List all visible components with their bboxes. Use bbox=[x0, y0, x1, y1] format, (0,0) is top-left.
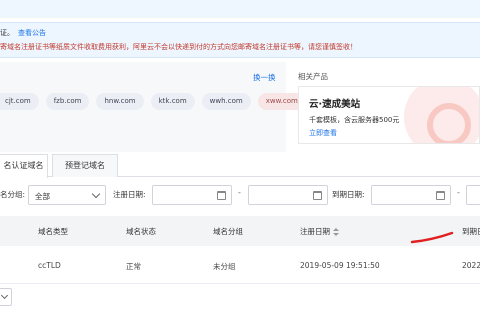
group-select-value: 全部 bbox=[35, 192, 50, 201]
cell-reg-date: 2019-05-09 19:51:50 bbox=[300, 261, 380, 270]
promo-description: 千套模板，含云服务器500元 bbox=[309, 116, 400, 124]
header-reg-date[interactable]: 注册日期 bbox=[300, 226, 339, 237]
suggestion-tags: cjt.com fzb.com hnw.com ktk.com wwh.com … bbox=[0, 93, 313, 110]
calendar-icon bbox=[313, 191, 322, 200]
tab-preregistered-domains[interactable]: 预登记域名 bbox=[52, 154, 118, 177]
header-expire-date: 到期日 bbox=[462, 227, 480, 236]
tab-verified-domains[interactable]: 名认证域名 bbox=[0, 154, 48, 178]
chevron-down-icon bbox=[91, 189, 101, 199]
header-reg-date-label: 注册日期 bbox=[300, 227, 330, 236]
notice-text: 证。 bbox=[0, 29, 14, 37]
expire-date-start-input[interactable] bbox=[371, 185, 451, 205]
reg-date-start-input[interactable] bbox=[152, 185, 232, 205]
chevron-down-icon bbox=[0, 291, 9, 300]
table-row[interactable]: ccTLD 正常 未分组 2019-05-09 19:51:50 2022( bbox=[0, 246, 480, 284]
header-domain-group: 域名分组 bbox=[213, 227, 243, 236]
expire-date-label: 到期日期: bbox=[332, 190, 365, 199]
related-products-label: 相关产品 bbox=[298, 72, 328, 81]
domain-suggestion-panel: 换一换 cjt.com fzb.com hnw.com ktk.com wwh.… bbox=[0, 62, 306, 152]
cell-domain-group: 未分组 bbox=[213, 262, 236, 271]
reg-date-end-input[interactable] bbox=[248, 185, 328, 205]
group-filter-label: 名分组: bbox=[0, 190, 26, 199]
notice-banner: 证。 查看公告 寄域名注册证书等纸质文件收取费用获利，阿里云不会以快递到付的方式向… bbox=[0, 22, 480, 58]
calendar-icon bbox=[217, 191, 226, 200]
suggestion-tag[interactable]: fzb.com bbox=[45, 93, 90, 110]
cell-expire-date: 2022( bbox=[462, 261, 480, 270]
notice-line-1: 证。 查看公告 bbox=[0, 28, 46, 38]
suggestion-tag[interactable]: hnw.com bbox=[96, 93, 144, 110]
promo-decoration-ring bbox=[427, 103, 471, 143]
table-header: 域名类型 域名状态 域名分组 注册日期 到期日 bbox=[0, 216, 480, 246]
view-announcement-link[interactable]: 查看公告 bbox=[18, 29, 46, 37]
suggestion-tag[interactable]: wwh.com bbox=[201, 93, 251, 110]
suggestion-tag[interactable]: ktk.com bbox=[150, 93, 195, 110]
notice-warning: 寄域名注册证书等纸质文件收取费用获利，阿里云不会以快递到付的方式向您邮寄域名注册… bbox=[0, 43, 357, 51]
promo-title: 云·速成美站 bbox=[309, 99, 361, 110]
header-domain-status: 域名状态 bbox=[126, 227, 156, 236]
refresh-suggestions-link[interactable]: 换一换 bbox=[253, 72, 276, 83]
suggestion-tag[interactable]: cjt.com bbox=[0, 93, 39, 110]
group-select[interactable]: 全部 bbox=[28, 185, 106, 205]
sort-icon[interactable] bbox=[333, 227, 339, 237]
reg-date-separator: - bbox=[238, 188, 241, 197]
promo-view-link[interactable]: 立即查看 bbox=[309, 128, 337, 138]
expire-date-separator: - bbox=[457, 188, 460, 197]
calendar-icon bbox=[436, 191, 445, 200]
reg-date-label: 注册日期: bbox=[113, 190, 146, 199]
page-size-select[interactable] bbox=[0, 288, 12, 306]
header-domain-type: 域名类型 bbox=[38, 227, 68, 236]
filter-bar: 名分组: 全部 注册日期: - 到期日期: - bbox=[0, 183, 480, 207]
cell-domain-type: ccTLD bbox=[38, 261, 61, 270]
promo-card[interactable]: 云·速成美站 千套模板，含云服务器500元 立即查看 bbox=[298, 86, 480, 144]
domain-tabs: 名认证域名 预登记域名 bbox=[0, 154, 480, 178]
top-strip bbox=[0, 0, 480, 18]
expire-date-end-input[interactable] bbox=[466, 185, 480, 205]
cell-domain-status: 正常 bbox=[126, 262, 141, 271]
